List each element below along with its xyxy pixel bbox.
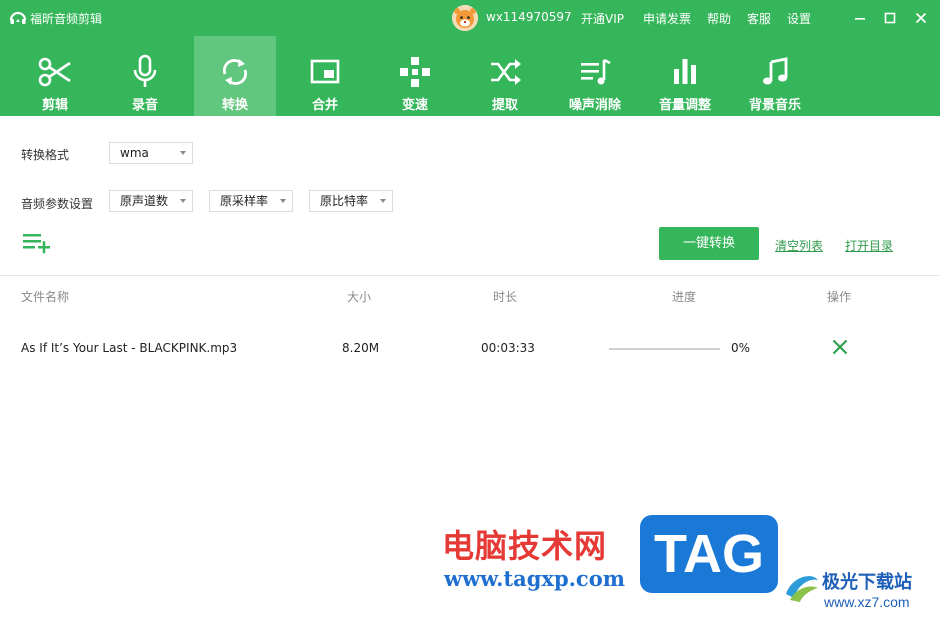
- shuffle-icon: [491, 59, 521, 85]
- clear-list-link[interactable]: 清空列表: [775, 237, 823, 254]
- tab-label: 转换: [221, 98, 248, 113]
- aurora-logo-icon: [786, 576, 818, 602]
- microphone-icon: [133, 54, 157, 87]
- customer-service-link[interactable]: 客服: [747, 10, 771, 27]
- tiger-avatar-icon: [452, 5, 478, 31]
- watermark-jg-text: 极光下载站: [822, 572, 912, 593]
- watermark-jg-url: www.xz7.com: [824, 594, 910, 610]
- title-bar: 福昕音频剪辑 wx114970597 开通VIP 申请发票 帮助 客服 设置: [0, 0, 940, 36]
- table-row[interactable]: As If It’s Your Last - BLACKPINK.mp3 8.2…: [0, 330, 940, 366]
- tab-label: 合并: [311, 98, 338, 113]
- settings-link[interactable]: 设置: [787, 10, 811, 27]
- progress-bar: [609, 348, 720, 350]
- tab-merge[interactable]: 合并: [284, 36, 366, 116]
- channels-select-value: 原声道数: [120, 194, 169, 208]
- picture-in-picture-icon: [310, 59, 340, 84]
- progress-percent: 0%: [731, 341, 751, 355]
- one-click-convert-button[interactable]: 一键转换: [659, 227, 759, 260]
- column-header-filename: 文件名称: [21, 290, 70, 304]
- column-header-duration: 时长: [493, 290, 518, 304]
- watermark-cn-text: 电脑技术网: [442, 527, 608, 565]
- column-header-size: 大小: [347, 290, 372, 304]
- bar-chart-icon: [674, 59, 696, 84]
- invoice-link[interactable]: 申请发票: [643, 10, 691, 27]
- scissors-icon: [38, 57, 71, 87]
- format-label: 转换格式: [21, 148, 70, 162]
- tab-cut[interactable]: 剪辑: [14, 36, 96, 116]
- section-divider: [0, 275, 940, 276]
- samplerate-select[interactable]: 原采样率: [209, 190, 293, 212]
- tab-label: 音量调整: [658, 98, 711, 113]
- main-toolbar: 剪辑 录音 转换 合并 变速 提取 噪声消除 音量调整 背景音乐: [0, 36, 940, 116]
- tab-record[interactable]: 录音: [104, 36, 186, 116]
- format-select[interactable]: wma: [109, 142, 193, 164]
- tab-label: 提取: [491, 98, 518, 113]
- watermark-url: www.tagxp.com: [444, 566, 625, 591]
- tab-extract[interactable]: 提取: [464, 36, 546, 116]
- tab-label: 背景音乐: [748, 98, 801, 113]
- playlist-icon: [581, 58, 611, 85]
- audio-params-label: 音频参数设置: [21, 197, 94, 211]
- user-avatar[interactable]: [452, 5, 478, 31]
- tab-speed[interactable]: 变速: [374, 36, 456, 116]
- tab-label: 噪声消除: [568, 98, 621, 113]
- channels-select[interactable]: 原声道数: [109, 190, 193, 212]
- tab-label: 变速: [401, 98, 428, 113]
- bitrate-select-value: 原比特率: [320, 194, 369, 208]
- tab-denoise[interactable]: 噪声消除: [554, 36, 636, 116]
- help-link[interactable]: 帮助: [707, 10, 731, 27]
- column-header-actions: 操作: [827, 290, 852, 304]
- bitrate-select[interactable]: 原比特率: [309, 190, 393, 212]
- app-logo-icon: [9, 11, 27, 24]
- maximize-icon[interactable]: [881, 9, 899, 27]
- file-duration: 00:03:33: [481, 341, 535, 355]
- tab-label: 录音: [131, 98, 158, 113]
- refresh-icon: [223, 59, 247, 85]
- tab-convert[interactable]: 转换: [194, 36, 276, 116]
- dropdown-arrow-icon: [280, 199, 286, 203]
- app-header: 福昕音频剪辑 wx114970597 开通VIP 申请发票 帮助 客服 设置 剪…: [0, 0, 940, 116]
- username[interactable]: wx114970597: [486, 10, 572, 24]
- open-directory-link[interactable]: 打开目录: [845, 237, 893, 254]
- close-icon[interactable]: [912, 9, 930, 27]
- tab-label: 剪辑: [41, 98, 68, 113]
- file-name: As If It’s Your Last - BLACKPINK.mp3: [21, 341, 238, 355]
- add-to-list-icon[interactable]: [22, 232, 52, 254]
- watermark-tag-logo: TAG: [640, 515, 778, 593]
- dropdown-arrow-icon: [180, 199, 186, 203]
- music-note-icon: [763, 57, 788, 85]
- gamepad-icon: [400, 57, 430, 87]
- tab-background-music[interactable]: 背景音乐: [734, 36, 816, 116]
- file-size: 8.20M: [342, 341, 380, 355]
- app-title: 福昕音频剪辑: [30, 12, 103, 26]
- dropdown-arrow-icon: [380, 199, 386, 203]
- format-select-value: wma: [120, 146, 149, 160]
- delete-icon[interactable]: [831, 338, 849, 356]
- column-header-progress: 进度: [672, 290, 697, 304]
- samplerate-select-value: 原采样率: [220, 194, 269, 208]
- open-vip-link[interactable]: 开通VIP: [581, 10, 624, 27]
- tab-volume[interactable]: 音量调整: [644, 36, 726, 116]
- minimize-icon[interactable]: [851, 9, 869, 27]
- dropdown-arrow-icon: [180, 151, 186, 155]
